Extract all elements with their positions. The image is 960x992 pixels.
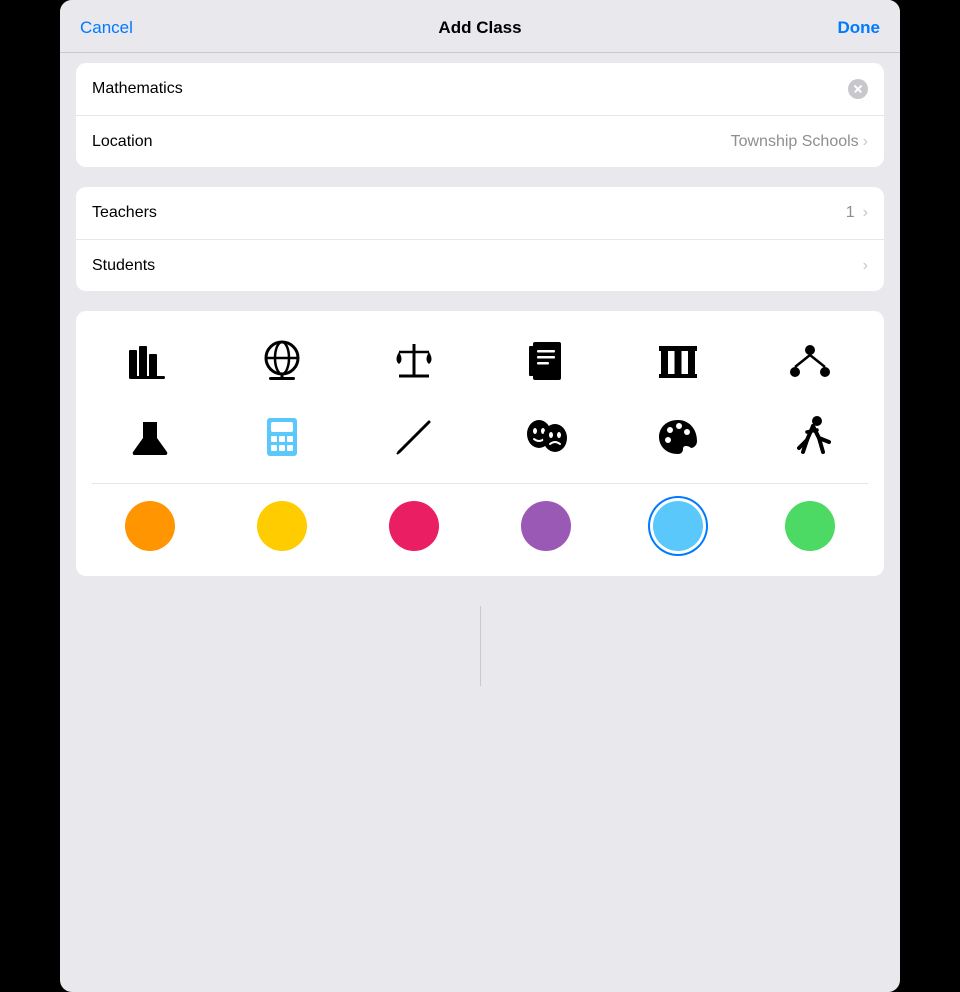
people-section: Teachers 1 › Students › [76,187,884,291]
location-value: Township Schools › [731,133,868,151]
color-red[interactable] [356,496,472,556]
scales-icon[interactable] [356,331,472,391]
teachers-value: 1 › [846,204,868,222]
done-button[interactable]: Done [810,18,880,38]
students-value: › [863,257,868,275]
picker-section [76,311,884,576]
pencil-icon[interactable] [356,407,472,467]
books-icon[interactable] [92,331,208,391]
picker-divider [92,483,868,484]
class-name-row [76,63,884,115]
theater-icon[interactable] [488,407,604,467]
location-chevron-icon: › [863,133,868,151]
location-row[interactable]: Location Township Schools › [76,115,884,167]
modal-title: Add Class [150,18,810,38]
class-info-section: Location Township Schools › [76,63,884,167]
color-yellow[interactable] [224,496,340,556]
calculator-icon[interactable] [224,407,340,467]
notebook-icon[interactable] [488,331,604,391]
color-purple[interactable] [488,496,604,556]
scroll-line [480,606,481,686]
class-name-input[interactable] [92,80,848,98]
color-blue[interactable] [620,496,736,556]
icon-grid [92,331,868,467]
students-label: Students [92,257,863,275]
network-icon[interactable] [752,331,868,391]
flask-icon[interactable] [92,407,208,467]
clear-name-button[interactable] [848,79,868,99]
globe-icon[interactable] [224,331,340,391]
location-label: Location [92,133,731,151]
palette-icon[interactable] [620,407,736,467]
color-green[interactable] [752,496,868,556]
columns-icon[interactable] [620,331,736,391]
running-icon[interactable] [752,407,868,467]
teachers-row[interactable]: Teachers 1 › [76,187,884,239]
students-row[interactable]: Students › [76,239,884,291]
students-chevron-icon: › [863,257,868,275]
color-grid [92,496,868,556]
teachers-chevron-icon: › [863,204,868,222]
color-orange[interactable] [92,496,208,556]
teachers-label: Teachers [92,204,846,222]
modal-header: Cancel Add Class Done [60,0,900,53]
cancel-button[interactable]: Cancel [80,18,150,38]
scroll-indicator [60,586,900,706]
